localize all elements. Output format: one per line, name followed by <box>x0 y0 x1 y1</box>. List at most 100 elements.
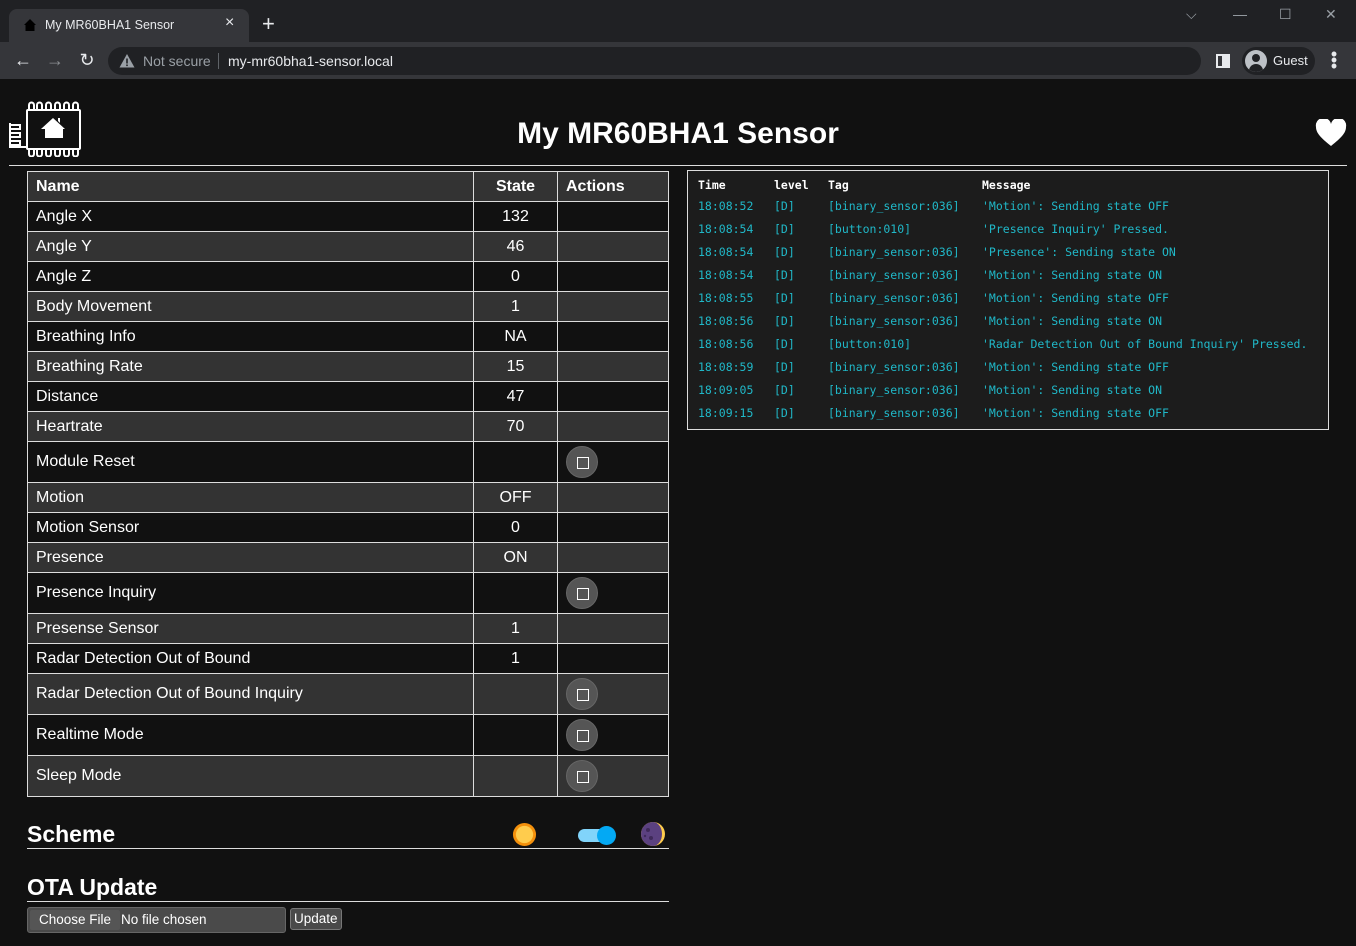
log-time: 18:08:59 <box>698 359 754 374</box>
dark-mode-toggle[interactable] <box>578 826 616 845</box>
warning-icon <box>119 54 135 68</box>
column-header-actions[interactable]: Actions <box>557 171 669 202</box>
toggle-knob <box>597 826 616 845</box>
entity-name: Presence Inquiry <box>27 572 474 614</box>
address-bar[interactable]: Not secure my-mr60bha1-sensor.local <box>108 47 1201 75</box>
log-entry: 18:09:05 [D] [binary_sensor:036] 'Motion': … <box>693 378 1312 401</box>
log-tag: [binary_sensor:036] <box>828 244 960 259</box>
log-message: 'Motion': Sending state OFF <box>982 359 1169 374</box>
press-button[interactable] <box>566 446 598 478</box>
log-message: 'Motion': Sending state ON <box>982 313 1163 328</box>
entity-state <box>473 572 558 614</box>
tab-search-icon[interactable]: ⌵ <box>1186 6 1197 23</box>
entity-row: Distance 47 <box>27 381 669 412</box>
log-entry: 18:08:54 [D] [binary_sensor:036] 'Motion': … <box>693 263 1312 286</box>
log-entry: 18:08:56 [D] [binary_sensor:036] 'Motion': … <box>693 309 1312 332</box>
browser-menu-icon[interactable]: • • • <box>1326 45 1342 75</box>
not-secure-label[interactable]: Not secure <box>143 53 211 69</box>
log-tag: [binary_sensor:036] <box>828 290 960 305</box>
entity-name: Motion <box>27 482 474 513</box>
entity-state: 15 <box>473 351 558 382</box>
log-level: [D] <box>774 290 795 305</box>
entity-state <box>473 755 558 797</box>
entity-name: Sleep Mode <box>27 755 474 797</box>
log-level: [D] <box>774 313 795 328</box>
entity-name: Breathing Info <box>27 321 474 352</box>
log-entry: 18:09:15 [D] [binary_sensor:036] 'Motion': … <box>693 401 1312 424</box>
log-tag: [button:010] <box>828 336 912 351</box>
column-header-state[interactable]: State <box>473 171 558 202</box>
log-level: [D] <box>774 244 795 259</box>
log-entry: 18:08:54 [D] [button:010] 'Presence Inquiry… <box>693 217 1312 240</box>
sun-icon <box>512 822 537 847</box>
entity-state: 70 <box>473 411 558 442</box>
choose-file-button[interactable]: Choose File <box>30 910 121 930</box>
ota-heading: OTA Update <box>27 874 158 900</box>
tab-close-icon[interactable]: × <box>225 14 234 32</box>
press-button[interactable] <box>566 719 598 751</box>
log-entry: 18:08:59 [D] [binary_sensor:036] 'Motion': … <box>693 355 1312 378</box>
maximize-icon[interactable]: ☐ <box>1279 6 1292 23</box>
new-tab-button[interactable]: + <box>262 13 275 35</box>
heart-icon[interactable] <box>1315 119 1347 147</box>
scheme-divider <box>27 848 669 849</box>
log-entry: 18:08:54 [D] [binary_sensor:036] 'Presence'… <box>693 240 1312 263</box>
side-panel-icon[interactable] <box>1216 54 1230 68</box>
entity-state <box>473 714 558 756</box>
url-text[interactable]: my-mr60bha1-sensor.local <box>228 53 393 69</box>
update-button[interactable]: Update <box>290 908 342 930</box>
log-entry: 18:08:52 [D] [binary_sensor:036] 'Motion': … <box>693 194 1312 217</box>
entity-state: 1 <box>473 613 558 644</box>
log-level: [D] <box>774 405 795 420</box>
home-favicon-icon <box>24 19 36 31</box>
press-button[interactable] <box>566 577 598 609</box>
log-time: 18:08:56 <box>698 336 754 351</box>
entity-row: Heartrate 70 <box>27 411 669 442</box>
guest-avatar-icon <box>1245 50 1267 72</box>
entity-actions <box>557 643 669 674</box>
reload-icon[interactable]: ↻ <box>76 49 98 71</box>
log-column-message: Message <box>982 178 1031 192</box>
log-message: 'Motion': Sending state OFF <box>982 290 1169 305</box>
log-time: 18:08:54 <box>698 267 754 282</box>
log-level: [D] <box>774 198 795 213</box>
log-level: [D] <box>774 221 795 236</box>
entity-actions <box>557 291 669 322</box>
log-message: 'Presence Inquiry' Pressed. <box>982 221 1169 236</box>
log-entry: 18:08:56 [D] [button:010] 'Radar Detection … <box>693 332 1312 355</box>
tab-title: My MR60BHA1 Sensor <box>45 18 175 32</box>
back-icon[interactable]: ← <box>12 49 34 71</box>
minimize-icon[interactable]: — <box>1233 6 1247 22</box>
entity-state: 132 <box>473 201 558 232</box>
scheme-heading: Scheme <box>27 821 116 847</box>
press-button[interactable] <box>566 678 598 710</box>
entity-row: Realtime Mode <box>27 714 669 756</box>
log-level: [D] <box>774 336 795 351</box>
firmware-file-input[interactable]: Choose File No file chosen <box>27 907 286 933</box>
column-header-name[interactable]: Name <box>27 171 474 202</box>
profile-button[interactable]: Guest <box>1242 47 1315 75</box>
entity-name: Distance <box>27 381 474 412</box>
window-close-icon[interactable]: ✕ <box>1325 6 1337 23</box>
log-tag: [binary_sensor:036] <box>828 405 960 420</box>
entity-row: Motion Sensor 0 <box>27 512 669 543</box>
log-level: [D] <box>774 382 795 397</box>
entity-name: Module Reset <box>27 441 474 483</box>
entity-actions <box>557 261 669 292</box>
file-status: No file chosen <box>121 912 207 927</box>
header-divider <box>9 165 1347 166</box>
entity-actions <box>557 441 669 483</box>
browser-tab[interactable]: My MR60BHA1 Sensor × <box>9 9 249 42</box>
entity-name: Radar Detection Out of Bound Inquiry <box>27 673 474 715</box>
log-message: 'Presence': Sending state ON <box>982 244 1176 259</box>
entity-state: 0 <box>473 512 558 543</box>
forward-icon[interactable]: → <box>44 49 66 71</box>
press-button[interactable] <box>566 760 598 792</box>
entity-actions <box>557 351 669 382</box>
entity-actions <box>557 482 669 513</box>
log-tag: [binary_sensor:036] <box>828 359 960 374</box>
log-header: Time level Tag Message <box>693 176 1312 194</box>
entity-row: Angle Y 46 <box>27 231 669 262</box>
entity-state <box>473 441 558 483</box>
entity-actions <box>557 201 669 232</box>
